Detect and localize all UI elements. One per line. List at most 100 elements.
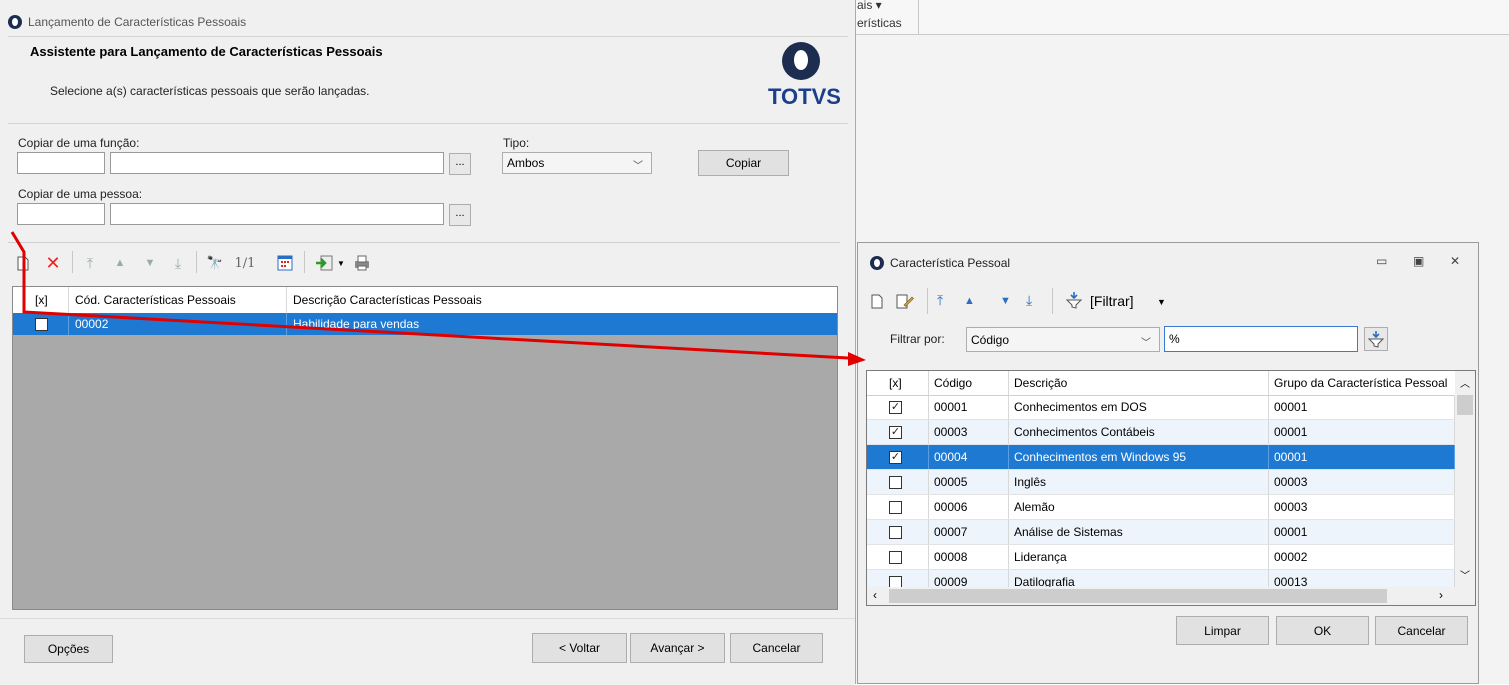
first-record-icon[interactable]: ⤒ xyxy=(82,253,98,273)
options-button[interactable]: Opções xyxy=(24,635,113,663)
print-icon[interactable] xyxy=(352,253,372,273)
column-header-code[interactable]: Código xyxy=(929,371,1009,395)
filter-menu-dropdown-icon[interactable]: ▼ xyxy=(1157,297,1166,307)
row-checkbox-cell[interactable] xyxy=(867,545,929,569)
scrollbar-thumb[interactable] xyxy=(1457,395,1473,415)
background-tab-fragment[interactable]: erísticas xyxy=(857,16,902,30)
cancel-button[interactable]: Cancelar xyxy=(730,633,823,663)
next-button[interactable]: Avançar > xyxy=(630,633,725,663)
filter-icon[interactable] xyxy=(1065,291,1083,312)
maximize-icon[interactable]: ▣ xyxy=(1413,254,1424,268)
clear-button[interactable]: Limpar xyxy=(1176,616,1269,645)
row-group: 00001 xyxy=(1269,395,1455,419)
row-description: Conhecimentos em Windows 95 xyxy=(1009,445,1269,469)
vertical-scrollbar[interactable]: ︿ ﹀ xyxy=(1455,371,1475,587)
horizontal-scrollbar[interactable]: ‹ › xyxy=(867,587,1475,605)
table-row[interactable]: 00007 Análise de Sistemas 00001 xyxy=(867,520,1455,545)
row-checkbox-cell[interactable]: ✓ xyxy=(867,445,929,469)
row-code: 00004 xyxy=(929,445,1009,469)
column-header-description[interactable]: Descrição Características Pessoais xyxy=(287,287,837,313)
type-select[interactable]: Ambos ﹀ xyxy=(502,152,652,174)
first-record-icon[interactable]: ⤒ xyxy=(937,292,943,309)
scroll-left-icon[interactable]: ‹ xyxy=(873,588,877,602)
table-row[interactable]: 00008 Liderança 00002 xyxy=(867,545,1455,570)
previous-record-icon[interactable]: ▲ xyxy=(112,253,128,273)
copy-button[interactable]: Copiar xyxy=(698,150,789,176)
column-header-check[interactable]: [x] xyxy=(13,287,69,313)
row-checkbox[interactable] xyxy=(889,525,902,539)
new-record-icon[interactable] xyxy=(871,294,883,312)
edit-record-icon[interactable] xyxy=(896,293,914,312)
row-checkbox-cell[interactable]: ✓ xyxy=(867,420,929,444)
new-record-icon[interactable] xyxy=(16,253,30,273)
copy-function-code-input[interactable] xyxy=(17,152,105,174)
copy-person-code-input[interactable] xyxy=(17,203,105,225)
row-checkbox[interactable] xyxy=(889,500,902,514)
dropdown-arrow-icon[interactable]: ▼ xyxy=(336,253,346,273)
row-checkbox[interactable]: ✓ xyxy=(889,450,902,464)
delete-icon[interactable]: ✕ xyxy=(44,253,62,273)
row-group: 00003 xyxy=(1269,470,1455,494)
copy-person-label: Copiar de uma pessoa: xyxy=(18,187,143,201)
row-description: Conhecimentos Contábeis xyxy=(1009,420,1269,444)
filter-menu[interactable]: [Filtrar] xyxy=(1090,293,1134,309)
scroll-right-icon[interactable]: › xyxy=(1439,588,1443,602)
import-icon[interactable] xyxy=(314,253,334,273)
row-code: 00007 xyxy=(929,520,1009,544)
close-icon[interactable]: ✕ xyxy=(1450,254,1460,268)
row-checkbox[interactable] xyxy=(889,475,902,489)
column-header-description[interactable]: Descrição xyxy=(1009,371,1269,395)
last-record-icon[interactable]: ⤓ xyxy=(170,253,186,273)
table-row[interactable]: 00006 Alemão 00003 xyxy=(867,495,1455,520)
filter-field-select[interactable]: Código ﹀ xyxy=(966,327,1160,352)
main-dialog-titlebar: Lançamento de Características Pessoais xyxy=(8,12,246,32)
background-separator xyxy=(918,0,919,34)
scroll-down-icon[interactable]: ﹀ xyxy=(1460,567,1470,582)
previous-record-icon[interactable]: ▲ xyxy=(964,295,975,307)
column-header-code[interactable]: Cód. Características Pessoais xyxy=(69,287,287,313)
last-record-icon[interactable]: ⤓ xyxy=(1026,292,1032,309)
row-checkbox[interactable]: ✓ xyxy=(889,400,902,414)
column-header-check[interactable]: [x] xyxy=(867,371,929,395)
row-checkbox-cell[interactable] xyxy=(867,470,929,494)
copy-person-desc-input[interactable] xyxy=(110,203,444,225)
next-record-icon[interactable]: ▼ xyxy=(1000,295,1011,307)
row-checkbox[interactable] xyxy=(35,317,48,331)
row-checkbox-cell[interactable] xyxy=(867,520,929,544)
copy-function-desc-input[interactable] xyxy=(110,152,444,174)
type-select-value: Ambos xyxy=(507,156,545,170)
background-ribbon xyxy=(855,0,1509,35)
row-checkbox-cell[interactable] xyxy=(867,495,929,519)
lookup-cancel-button[interactable]: Cancelar xyxy=(1375,616,1468,645)
apply-filter-button[interactable] xyxy=(1364,327,1388,351)
table-row[interactable]: ✓ 00004 Conhecimentos em Windows 95 00001 xyxy=(867,445,1455,470)
next-record-icon[interactable]: ▼ xyxy=(142,253,158,273)
calendar-grid-icon[interactable] xyxy=(276,253,294,273)
table-row[interactable]: 00002 Habilidade para vendas xyxy=(13,313,837,335)
main-dialog-title: Lançamento de Características Pessoais xyxy=(28,15,247,29)
row-checkbox[interactable]: ✓ xyxy=(889,425,902,439)
scrollbar-thumb[interactable] xyxy=(889,589,1387,603)
lookup-dialog-title: Característica Pessoal xyxy=(890,256,1011,270)
filter-value-input[interactable] xyxy=(1164,326,1358,352)
column-header-group[interactable]: Grupo da Característica Pessoal xyxy=(1269,371,1455,395)
lookup-dialog-titlebar: Característica Pessoal xyxy=(870,256,1010,270)
filter-by-label: Filtrar por: xyxy=(890,332,945,346)
row-checkbox-cell[interactable]: ✓ xyxy=(867,395,929,419)
table-row[interactable]: ✓ 00001 Conhecimentos em DOS 00001 xyxy=(867,395,1455,420)
ok-button[interactable]: OK xyxy=(1276,616,1369,645)
table-row[interactable]: 00005 Inglês 00003 xyxy=(867,470,1455,495)
scroll-up-icon[interactable]: ︿ xyxy=(1460,375,1470,390)
row-description: Análise de Sistemas xyxy=(1009,520,1269,544)
background-menu-fragment[interactable]: ais ▾ xyxy=(857,0,882,12)
copy-function-browse-button[interactable]: ... xyxy=(449,153,471,175)
binoculars-icon[interactable]: 🔭 xyxy=(206,253,224,273)
copy-person-browse-button[interactable]: ... xyxy=(449,204,471,226)
row-description: Conhecimentos em DOS xyxy=(1009,395,1269,419)
back-button[interactable]: < Voltar xyxy=(532,633,627,663)
row-checkbox[interactable] xyxy=(889,550,902,564)
minimize-icon[interactable]: ▭ xyxy=(1376,254,1387,268)
row-checkbox-cell[interactable] xyxy=(13,313,69,335)
characteristics-lookup-grid: [x] Código Descrição Grupo da Caracterís… xyxy=(866,370,1476,606)
table-row[interactable]: ✓ 00003 Conhecimentos Contábeis 00001 xyxy=(867,420,1455,445)
